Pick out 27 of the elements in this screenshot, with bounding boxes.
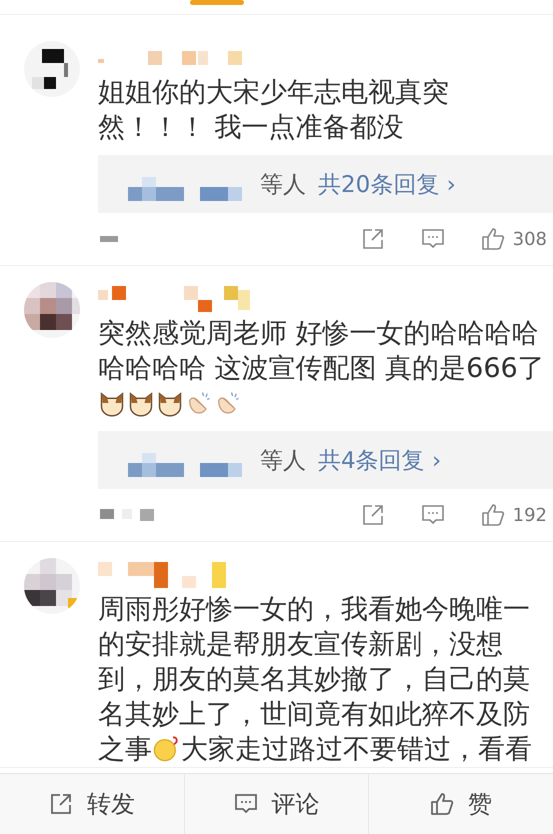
like-button[interactable]: 赞 (369, 774, 553, 834)
view-replies-link[interactable]: 共20条回复 › (318, 168, 456, 200)
share-icon[interactable] (360, 227, 385, 251)
comment-text: 周雨彤好惨一女的，我看她今晚唯一的安排就是帮朋友宣传新剧，没想到，朋友的莫名其妙撤了，自己的莫名其妙上了，世间竟有如此猝不及防之事 大家走过路过不要错过，看看 (98, 593, 533, 767)
share-icon (48, 792, 73, 816)
reply-users-label: 等人 (260, 170, 306, 200)
replies-panel[interactable]: 等人 共4条回复 › (98, 431, 553, 489)
emoji-icon (152, 735, 180, 763)
like-count: 192 (512, 504, 547, 526)
share-icon[interactable] (360, 503, 385, 527)
thumbs-up-icon[interactable] (480, 227, 505, 251)
comment-icon[interactable] (420, 227, 445, 251)
comment-icon[interactable] (420, 503, 445, 527)
comment-text: 姐姐你的大宋少年志电视真突然！！！ 我一点准备都没 (98, 76, 450, 145)
view-replies-link[interactable]: 共4条回复 › (318, 444, 442, 476)
redacted-time (100, 236, 118, 242)
comment-text: 突然感觉周老师 好惨一女的哈哈哈哈哈哈哈哈 这波宣传配图 真的是666了 (98, 316, 550, 421)
comment-icon (234, 792, 258, 816)
thumbs-up-icon[interactable] (480, 503, 505, 527)
redacted-time (100, 509, 154, 521)
like-count: 308 (512, 228, 547, 250)
comment-button[interactable]: 评论 (184, 774, 370, 834)
replies-panel[interactable]: 等人 共20条回复 › (98, 155, 553, 213)
thumbs-up-icon (430, 792, 454, 816)
tab-indicator (190, 0, 244, 5)
reply-users-label: 等人 (260, 446, 306, 476)
repost-button[interactable]: 转发 (0, 774, 185, 834)
